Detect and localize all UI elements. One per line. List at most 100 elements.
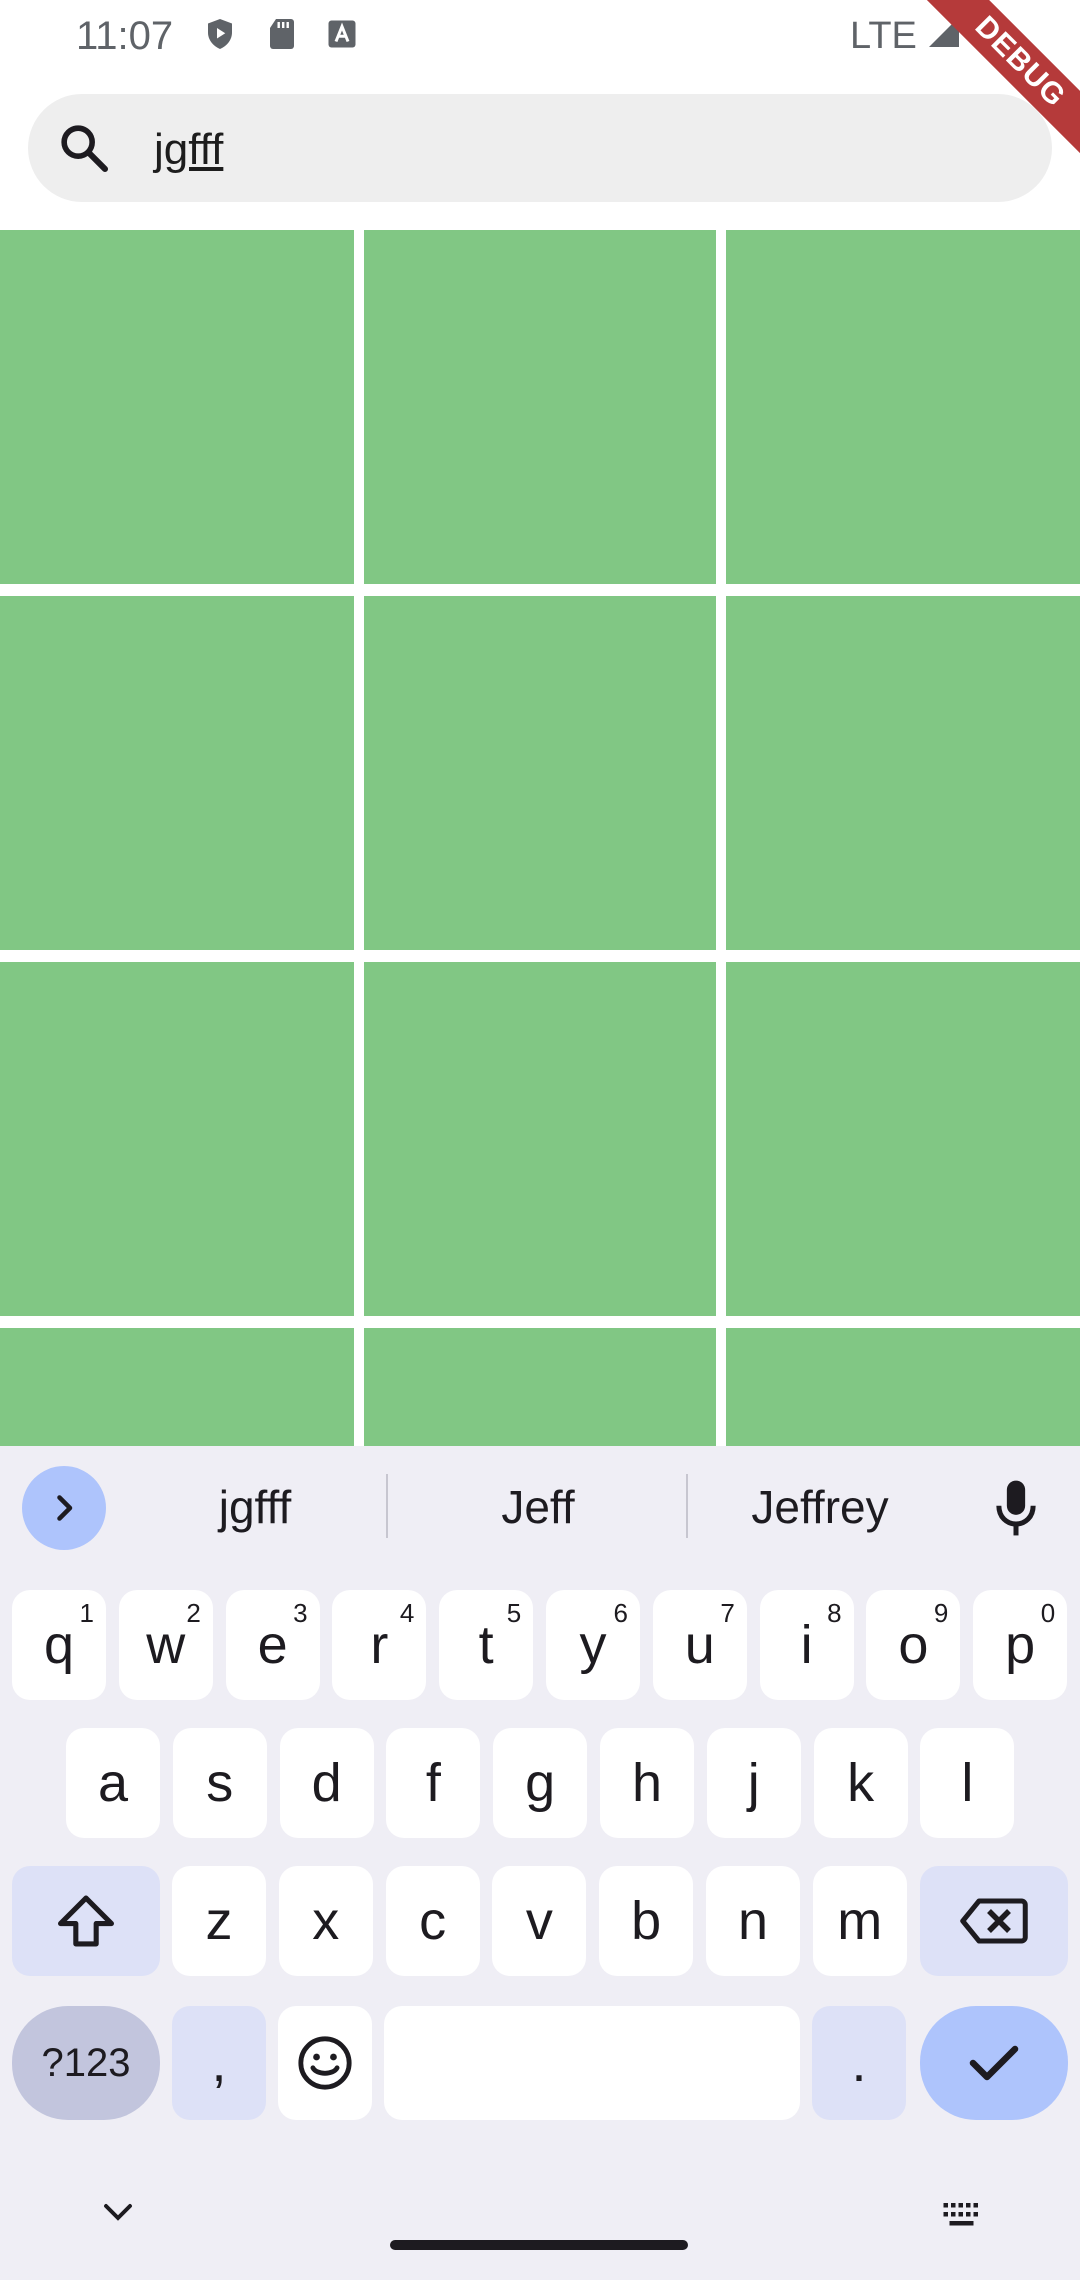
grid-tile[interactable] bbox=[0, 230, 354, 584]
key-u[interactable]: u7 bbox=[652, 1590, 747, 1700]
key-hint: 4 bbox=[399, 1598, 415, 1628]
key-w[interactable]: w2 bbox=[118, 1590, 213, 1700]
key-o[interactable]: o9 bbox=[866, 1590, 961, 1700]
key-b[interactable]: b bbox=[599, 1866, 694, 1976]
grid-tile[interactable] bbox=[726, 230, 1080, 584]
key-l[interactable]: l bbox=[920, 1728, 1015, 1838]
key-hint: 9 bbox=[933, 1598, 949, 1628]
key-label: d bbox=[311, 1753, 342, 1813]
grid-tile[interactable] bbox=[726, 596, 1080, 950]
key-t[interactable]: t5 bbox=[439, 1590, 534, 1700]
key-label: g bbox=[525, 1753, 556, 1813]
soft-keyboard bbox=[0, 1446, 1080, 2280]
key-label: u bbox=[684, 1615, 715, 1675]
grid-tile[interactable] bbox=[726, 962, 1080, 1316]
suggestion-divider bbox=[386, 1474, 388, 1538]
key-label: q bbox=[43, 1615, 75, 1675]
key-hint: 3 bbox=[293, 1598, 308, 1628]
grid-tile[interactable] bbox=[0, 596, 354, 950]
period-key[interactable]: . bbox=[812, 2006, 906, 2120]
key-r[interactable]: r4 bbox=[332, 1590, 427, 1700]
grid-tile[interactable] bbox=[364, 596, 716, 950]
chevron-down-icon[interactable] bbox=[100, 2198, 136, 2226]
enter-key[interactable] bbox=[920, 2006, 1068, 2120]
grid-tile[interactable] bbox=[364, 230, 716, 584]
emoji-icon bbox=[298, 2036, 352, 2090]
key-i[interactable]: i8 bbox=[759, 1590, 854, 1700]
key-label: h bbox=[631, 1753, 663, 1813]
key-d[interactable]: d bbox=[279, 1728, 374, 1838]
key-hint: 7 bbox=[720, 1598, 735, 1628]
text-a-icon bbox=[328, 20, 356, 48]
key-label: f bbox=[425, 1753, 441, 1813]
grid-tile[interactable] bbox=[726, 1328, 1080, 1446]
key-x[interactable]: x bbox=[278, 1866, 373, 1976]
search-input[interactable]: jgfff bbox=[154, 122, 223, 178]
key-q[interactable]: q1 bbox=[12, 1590, 106, 1700]
key-m[interactable]: m bbox=[812, 1866, 907, 1976]
key-label: e bbox=[257, 1615, 288, 1675]
key-label: m bbox=[837, 1891, 883, 1951]
key-s[interactable]: s bbox=[172, 1728, 267, 1838]
suggestion-3[interactable]: Jeffrey bbox=[710, 1472, 930, 1542]
emoji-key[interactable] bbox=[278, 2006, 372, 2120]
backspace-icon bbox=[960, 1898, 1028, 1944]
key-label: y bbox=[579, 1615, 607, 1675]
key-hint: 2 bbox=[186, 1598, 201, 1628]
backspace-key[interactable] bbox=[920, 1866, 1068, 1976]
key-label: k bbox=[847, 1753, 875, 1813]
key-g[interactable]: g bbox=[493, 1728, 588, 1838]
key-label: z bbox=[205, 1891, 233, 1951]
key-label: i bbox=[800, 1615, 813, 1675]
key-a[interactable]: a bbox=[66, 1728, 160, 1838]
mic-icon[interactable] bbox=[988, 1476, 1044, 1540]
comma-key[interactable]: , bbox=[172, 2006, 266, 2120]
key-c[interactable]: c bbox=[385, 1866, 480, 1976]
key-label: p bbox=[1005, 1615, 1036, 1675]
shield-play-icon bbox=[208, 19, 232, 49]
key-label: o bbox=[898, 1615, 929, 1675]
key-label: c bbox=[419, 1891, 447, 1951]
key-label: ?123 bbox=[41, 2040, 131, 2085]
grid-tile[interactable] bbox=[0, 1328, 354, 1446]
check-icon bbox=[969, 2045, 1019, 2081]
results-grid bbox=[0, 230, 1080, 1446]
keyboard-icon[interactable] bbox=[940, 2200, 986, 2230]
grid-tile[interactable] bbox=[364, 962, 716, 1316]
key-y[interactable]: y6 bbox=[546, 1590, 640, 1700]
key-v[interactable]: v bbox=[492, 1866, 587, 1976]
key-z[interactable]: z bbox=[172, 1866, 266, 1976]
key-label: l bbox=[961, 1753, 974, 1813]
suggestion-1[interactable]: jgfff bbox=[140, 1472, 370, 1542]
sd-card-icon bbox=[270, 19, 294, 49]
key-h[interactable]: h bbox=[600, 1728, 694, 1838]
shift-key[interactable] bbox=[12, 1866, 160, 1976]
chevron-right-icon[interactable] bbox=[46, 1490, 82, 1526]
key-p[interactable]: p0 bbox=[973, 1590, 1068, 1700]
key-j[interactable]: j bbox=[706, 1728, 801, 1838]
key-k[interactable]: k bbox=[813, 1728, 908, 1838]
grid-tile[interactable] bbox=[0, 962, 354, 1316]
suggestion-2[interactable]: Jeff bbox=[420, 1472, 656, 1542]
search-icon[interactable] bbox=[56, 120, 112, 176]
key-hint: 5 bbox=[506, 1598, 522, 1628]
key-e[interactable]: e3 bbox=[225, 1590, 320, 1700]
key-label: a bbox=[97, 1753, 129, 1813]
key-label: t bbox=[478, 1615, 494, 1675]
key-n[interactable]: n bbox=[706, 1866, 800, 1976]
symbols-key[interactable]: ?123 bbox=[12, 2006, 160, 2120]
key-label: x bbox=[312, 1891, 340, 1951]
shift-icon bbox=[58, 1895, 114, 1947]
key-hint: 8 bbox=[827, 1598, 842, 1628]
key-hint: 1 bbox=[79, 1598, 94, 1628]
key-label: n bbox=[737, 1891, 769, 1951]
key-label: w bbox=[146, 1615, 186, 1675]
grid-tile[interactable] bbox=[364, 1328, 716, 1446]
key-f[interactable]: f bbox=[386, 1728, 481, 1838]
key-label: r bbox=[370, 1615, 389, 1675]
key-hint: 0 bbox=[1040, 1598, 1056, 1628]
key-label: b bbox=[631, 1891, 662, 1951]
space-key[interactable] bbox=[384, 2006, 800, 2120]
key-label: , bbox=[211, 2033, 227, 2093]
home-indicator[interactable] bbox=[390, 2240, 688, 2250]
